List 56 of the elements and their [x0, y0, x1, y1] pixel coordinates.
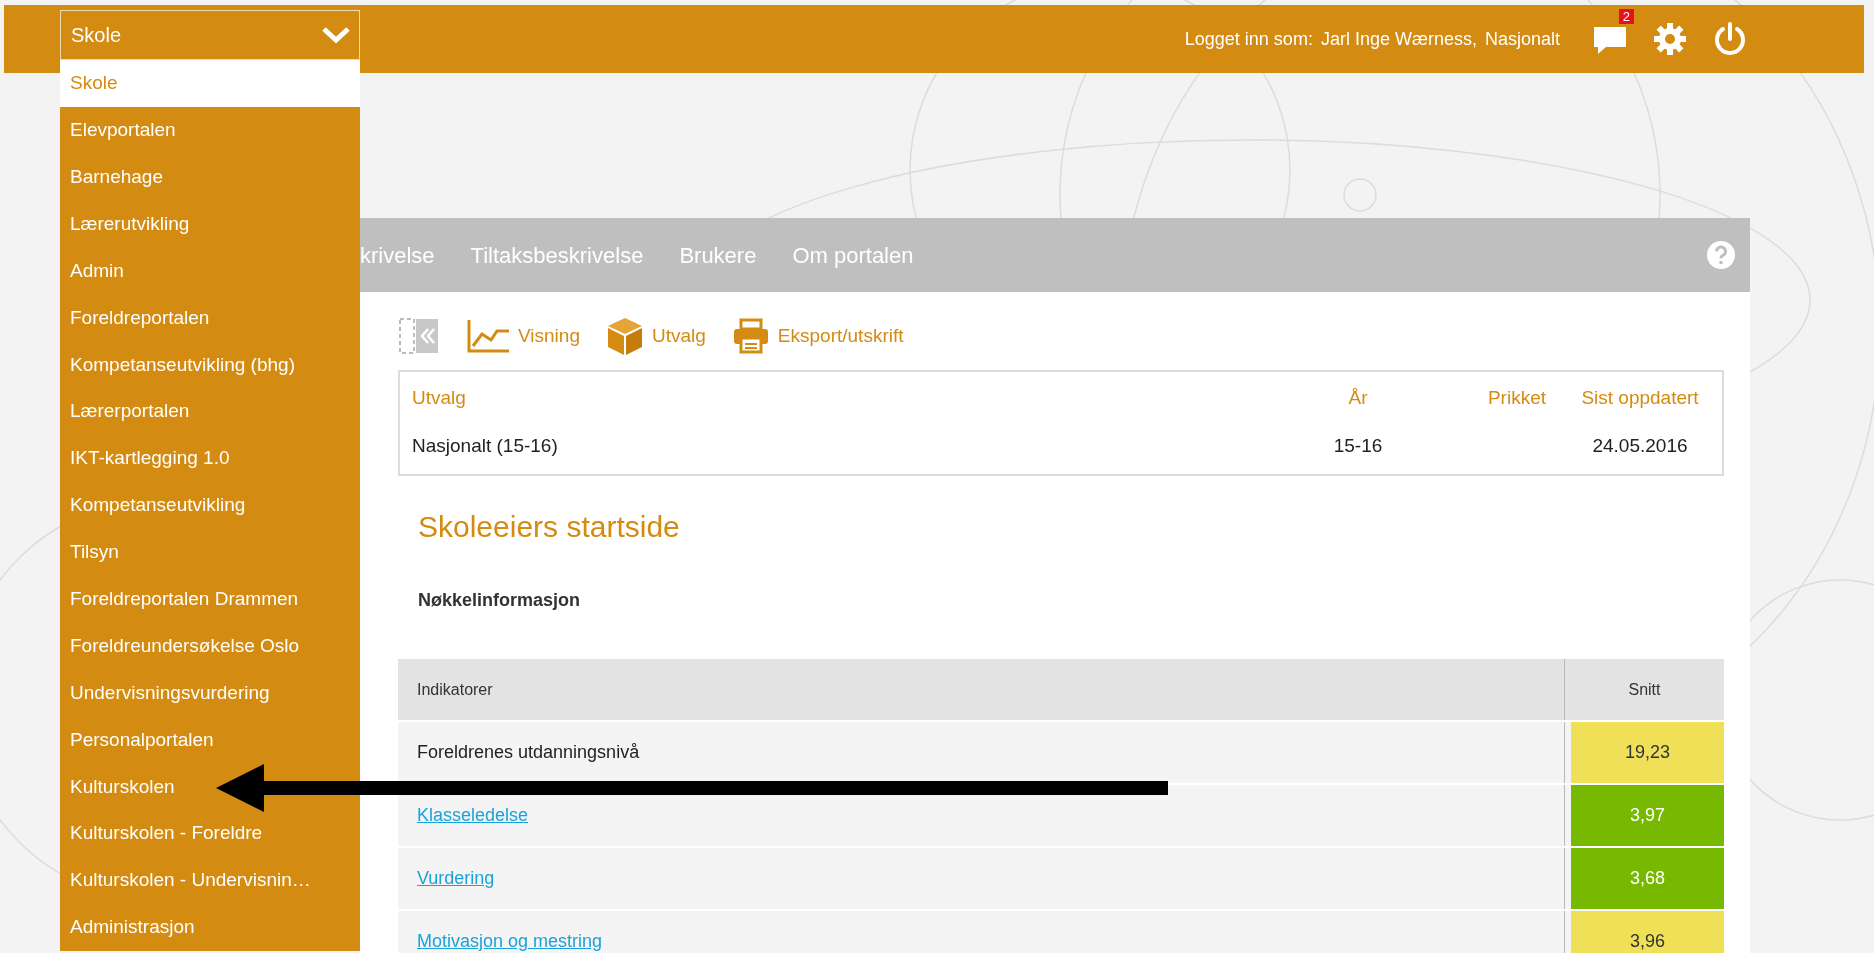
help-icon[interactable]	[1706, 240, 1736, 270]
column-header: Utvalg	[412, 387, 466, 408]
indicator-link[interactable]: Motivasjon og mestring	[417, 928, 603, 953]
login-label: Logget inn som:	[1184, 27, 1313, 51]
dropdown-item[interactable]: Lærerportalen	[60, 388, 360, 436]
nav-link[interactable]: Tiltaksbeskrivelse	[470, 238, 644, 272]
dropdown-item[interactable]: Foreldreportalen	[60, 294, 360, 342]
section-heading: Nøkkelinformasjon	[418, 589, 582, 612]
dropdown-item[interactable]: Elevportalen	[60, 106, 360, 154]
dropdown-item[interactable]: Skole	[60, 60, 360, 107]
dropdown-item[interactable]: Foreldreportalen Drammen	[60, 575, 360, 623]
dropdown-item[interactable]: Administrasjon	[60, 904, 360, 951]
user-name: Jarl Inge Wærness,	[1320, 27, 1477, 51]
user-role: Nasjonalt	[1484, 27, 1560, 51]
dropdown-item[interactable]: Undervisningsvurdering	[60, 669, 360, 717]
score-cell: 3,97	[1571, 785, 1724, 846]
app-dropdown[interactable]: Skole	[60, 10, 360, 60]
dropdown-item[interactable]: Kompetanseutvikling (bhg)	[60, 341, 360, 389]
indicator-link[interactable]: Vurdering	[417, 865, 495, 892]
indicator-link[interactable]: Klasseledelse	[417, 802, 529, 829]
table-cell: 24.05.2016	[1592, 435, 1688, 456]
table-cell: Nasjonalt (15-16)	[412, 435, 558, 456]
dropdown-item[interactable]: Kompetanseutvikling	[60, 482, 360, 529]
column-header: Prikket	[1487, 387, 1546, 408]
collapse-button[interactable]	[398, 317, 440, 355]
toolbar-button[interactable]: Visning	[466, 318, 580, 354]
column-header: Sist oppdatert	[1581, 387, 1699, 408]
cube-icon	[606, 316, 644, 356]
dropdown-item[interactable]: Kulturskolen - Undervisnin…	[60, 857, 360, 905]
printer-icon	[731, 318, 770, 354]
nav-link[interactable]: Om portalen	[792, 238, 914, 272]
nav-link[interactable]: krivelse	[360, 238, 435, 272]
dropdown-item[interactable]: Barnehage	[60, 153, 360, 201]
notification-count: 2	[1618, 9, 1634, 24]
column-header: Indikatorer	[417, 679, 493, 700]
dropdown-item[interactable]: Foreldreundersøkelse Oslo	[60, 622, 360, 670]
score-cell: 3,68	[1571, 848, 1724, 909]
column-header: Snitt	[1628, 679, 1661, 700]
line-chart-icon	[466, 318, 510, 354]
dropdown-item[interactable]: Kulturskolen - Foreldre	[60, 810, 360, 858]
dropdown-item[interactable]: Tilsyn	[60, 528, 360, 576]
page-title: Skoleeiers startside	[418, 509, 681, 545]
indicator-name: Foreldrenes utdanningsnivå	[417, 741, 640, 764]
dropdown-item[interactable]: IKT-kartlegging 1.0	[60, 435, 360, 482]
score-cell: 19,23	[1571, 722, 1724, 783]
chevron-icon	[321, 25, 351, 45]
dropdown-item[interactable]: Lærerutvikling	[60, 200, 360, 248]
score-cell: 3,96	[1571, 911, 1724, 953]
dropdown-item[interactable]: Personalportalen	[60, 716, 360, 764]
collapse-icon	[398, 317, 440, 355]
toolbar-button[interactable]: Eksport/utskrift	[731, 318, 904, 354]
table-cell: 15-16	[1333, 435, 1383, 456]
toolbar-button[interactable]: Utvalg	[606, 316, 706, 356]
nav-link[interactable]: Brukere	[679, 238, 757, 272]
dropdown-item[interactable]: Admin	[60, 247, 360, 295]
column-header: År	[1348, 387, 1368, 408]
